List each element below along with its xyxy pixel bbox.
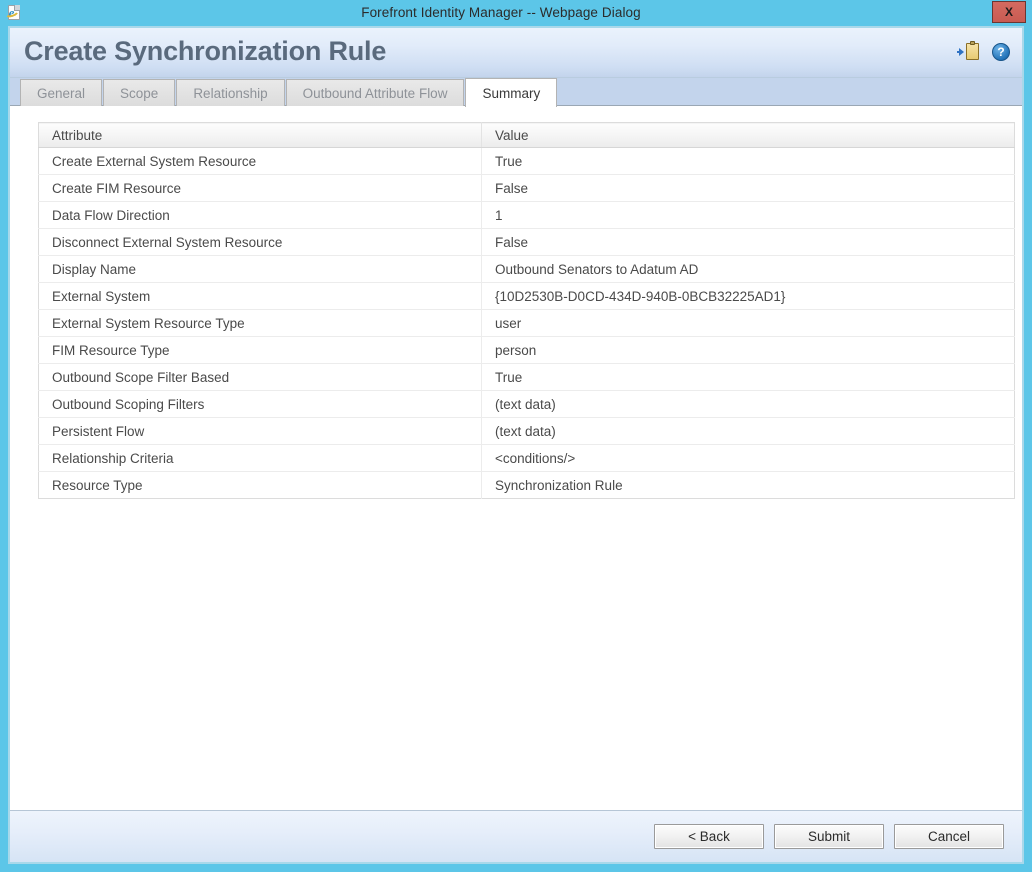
cell-value: False: [481, 174, 1015, 202]
cell-attribute: Display Name: [38, 255, 482, 283]
cell-attribute: FIM Resource Type: [38, 336, 482, 364]
table-row: Persistent Flow (text data): [38, 417, 1015, 445]
close-button[interactable]: X: [992, 1, 1026, 23]
cell-value: True: [481, 363, 1015, 391]
column-header-value: Value: [481, 122, 1015, 148]
window-title: Forefront Identity Manager -- Webpage Di…: [361, 5, 641, 20]
page-header: Create Synchronization Rule ?: [10, 28, 1022, 78]
cell-attribute: Outbound Scope Filter Based: [38, 363, 482, 391]
table-row: Disconnect External System Resource Fals…: [38, 228, 1015, 256]
tab-strip: General Scope Relationship Outbound Attr…: [10, 78, 1022, 107]
cell-attribute: External System Resource Type: [38, 309, 482, 337]
cell-value: {10D2530B-D0CD-434D-940B-0BCB32225AD1}: [481, 282, 1015, 310]
table-row: Create External System Resource True: [38, 147, 1015, 175]
cell-attribute: Outbound Scoping Filters: [38, 390, 482, 418]
help-icon[interactable]: ?: [992, 43, 1010, 61]
cell-attribute: Data Flow Direction: [38, 201, 482, 229]
ie-page-icon: e: [2, 4, 22, 21]
cell-attribute: External System: [38, 282, 482, 310]
summary-panel: Attribute Value Create External System R…: [10, 106, 1022, 810]
dialog-content-frame: Create Synchronization Rule ? General Sc…: [8, 26, 1024, 864]
cell-value: (text data): [481, 390, 1015, 418]
cell-value: <conditions/>: [481, 444, 1015, 472]
table-row: Resource Type Synchronization Rule: [38, 471, 1015, 499]
table-header-row: Attribute Value: [38, 122, 1015, 148]
column-header-attribute: Attribute: [38, 122, 482, 148]
table-row: Data Flow Direction 1: [38, 201, 1015, 229]
dialog-window: e Forefront Identity Manager -- Webpage …: [0, 0, 1032, 872]
title-bar: e Forefront Identity Manager -- Webpage …: [0, 0, 1032, 25]
header-actions: ?: [957, 41, 1010, 62]
table-row: Outbound Scoping Filters (text data): [38, 390, 1015, 418]
cell-value: (text data): [481, 417, 1015, 445]
cell-value: user: [481, 309, 1015, 337]
table-row: Outbound Scope Filter Based True: [38, 363, 1015, 391]
cell-value: Synchronization Rule: [495, 477, 623, 493]
submit-button[interactable]: Submit: [774, 824, 884, 849]
back-button[interactable]: < Back: [654, 824, 764, 849]
dialog-footer: < Back Submit Cancel: [10, 810, 1022, 862]
cell-attribute: Persistent Flow: [38, 417, 482, 445]
tab-general[interactable]: General: [20, 79, 103, 106]
table-row: External System {10D2530B-D0CD-434D-940B…: [38, 282, 1015, 310]
tab-summary[interactable]: Summary: [465, 78, 558, 107]
cell-value: person: [481, 336, 1015, 364]
cell-attribute: Create External System Resource: [38, 147, 482, 175]
summary-table: Attribute Value Create External System R…: [38, 122, 1015, 499]
table-row: Display Name Outbound Senators to Adatum…: [38, 255, 1015, 283]
cancel-button[interactable]: Cancel: [894, 824, 1004, 849]
cell-value: Outbound Senators to Adatum AD: [481, 255, 1015, 283]
cell-attribute: Relationship Criteria: [38, 444, 482, 472]
cell-attribute: Create FIM Resource: [38, 174, 482, 202]
tab-relationship[interactable]: Relationship: [176, 79, 285, 106]
table-row: External System Resource Type user: [38, 309, 1015, 337]
cell-attribute: Disconnect External System Resource: [38, 228, 482, 256]
table-row: Create FIM Resource False: [38, 174, 1015, 202]
cell-attribute: Resource Type: [38, 471, 482, 499]
tab-outbound-attribute-flow[interactable]: Outbound Attribute Flow: [285, 79, 465, 106]
table-row: FIM Resource Type person: [38, 336, 1015, 364]
page-title: Create Synchronization Rule: [24, 36, 387, 66]
export-to-clipboard-icon[interactable]: [957, 41, 981, 62]
cell-value: False: [481, 228, 1015, 256]
cell-value: True: [481, 147, 1015, 175]
table-row: Relationship Criteria <conditions/>: [38, 444, 1015, 472]
cell-value: 1: [481, 201, 1015, 229]
tab-scope[interactable]: Scope: [103, 79, 176, 106]
